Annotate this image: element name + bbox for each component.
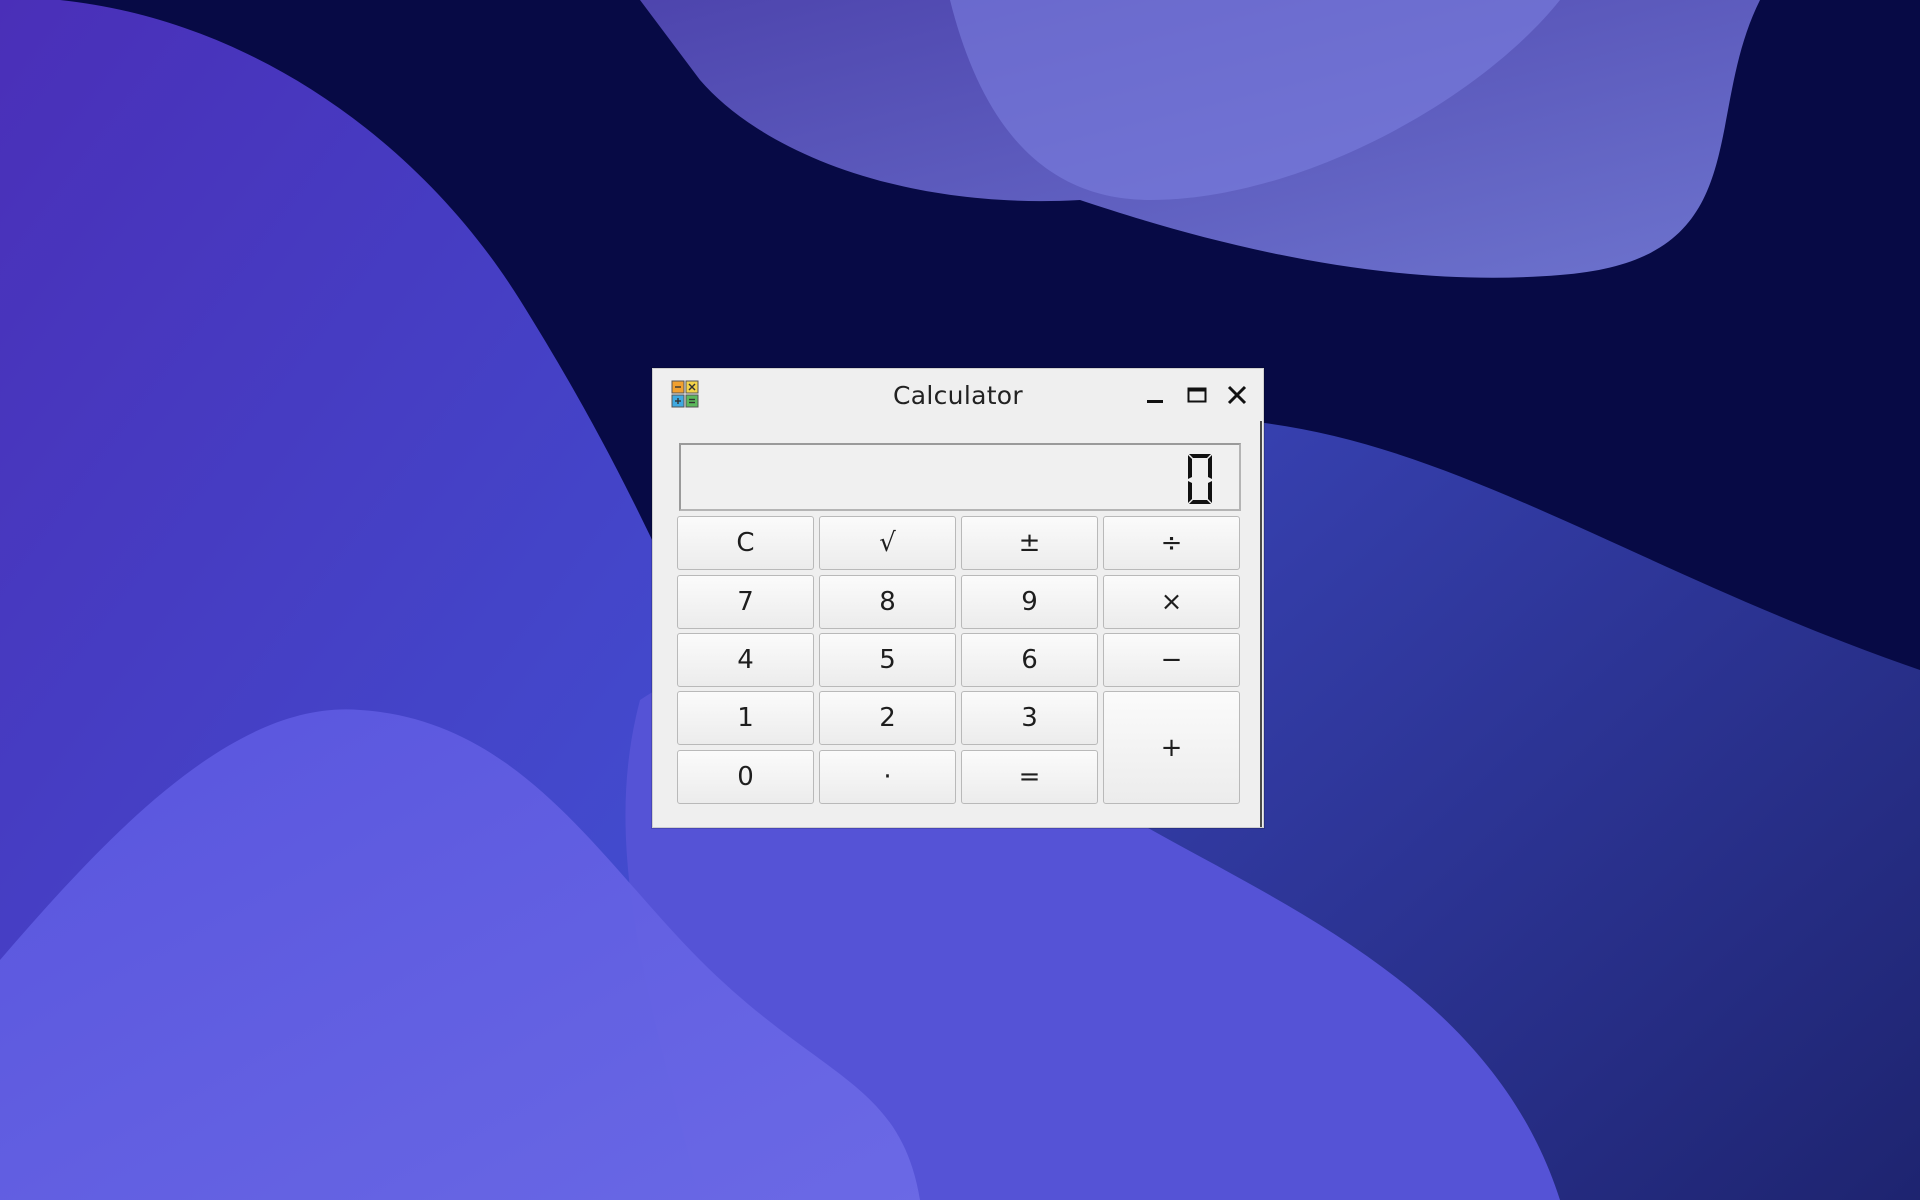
digit-6-button[interactable]: 6 — [961, 633, 1098, 687]
window-title: Calculator — [893, 381, 1023, 410]
clear-button[interactable]: C — [677, 516, 814, 570]
lcd-digit-zero — [1188, 454, 1212, 504]
close-icon — [1227, 385, 1247, 405]
negate-button[interactable]: ± — [961, 516, 1098, 570]
close-button[interactable] — [1223, 381, 1251, 409]
digit-8-button[interactable]: 8 — [819, 575, 956, 629]
digit-3-button[interactable]: 3 — [961, 691, 1098, 745]
minimize-button[interactable] — [1141, 381, 1169, 409]
digit-1-button[interactable]: 1 — [677, 691, 814, 745]
display-value: 0 — [681, 445, 682, 446]
digit-0-button[interactable]: 0 — [677, 750, 814, 804]
desktop: Calculator 0 — [0, 0, 1920, 1200]
calculator-window: Calculator 0 — [652, 368, 1264, 828]
digit-7-button[interactable]: 7 — [677, 575, 814, 629]
subtract-button[interactable]: − — [1103, 633, 1240, 687]
equals-button[interactable]: = — [961, 750, 1098, 804]
add-button[interactable]: + — [1103, 691, 1240, 804]
divide-button[interactable]: ÷ — [1103, 516, 1240, 570]
calculator-display: 0 — [679, 443, 1241, 511]
multiply-button[interactable]: × — [1103, 575, 1240, 629]
digit-5-button[interactable]: 5 — [819, 633, 956, 687]
maximize-button[interactable] — [1183, 381, 1211, 409]
sqrt-button[interactable]: √ — [819, 516, 956, 570]
maximize-icon — [1187, 387, 1207, 403]
window-right-border — [1260, 421, 1262, 827]
decimal-button[interactable]: · — [819, 750, 956, 804]
minimize-icon — [1147, 400, 1163, 403]
digit-2-button[interactable]: 2 — [819, 691, 956, 745]
title-bar[interactable]: Calculator — [653, 369, 1263, 419]
digit-9-button[interactable]: 9 — [961, 575, 1098, 629]
digit-4-button[interactable]: 4 — [677, 633, 814, 687]
